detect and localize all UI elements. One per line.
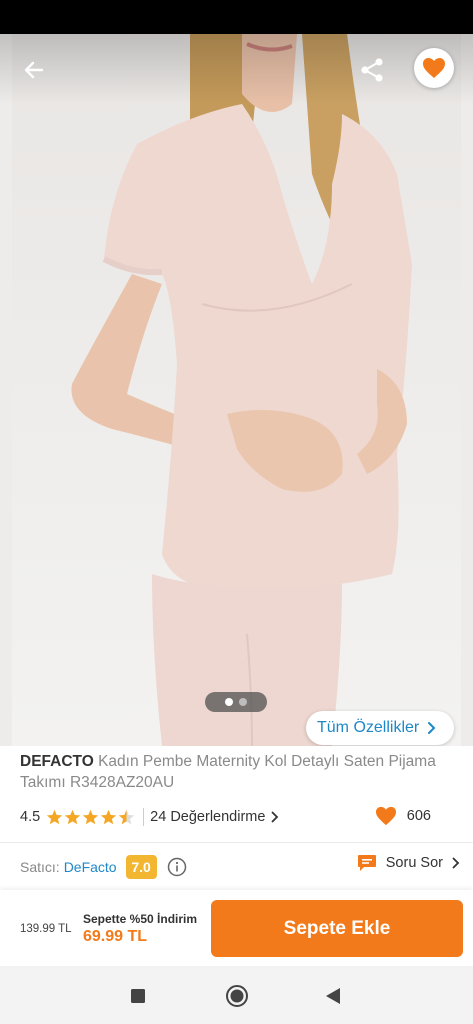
arrow-left-icon: [24, 61, 44, 79]
reviews-link[interactable]: 24 Değerlendirme: [150, 809, 279, 825]
product-image-carousel[interactable]: Tüm Özellikler: [0, 34, 473, 746]
purchase-bar: 139.99 TL Sepette %50 İndirim 69.99 TL S…: [0, 890, 473, 966]
star-half-icon: [119, 809, 135, 824]
info-icon[interactable]: [167, 857, 187, 877]
header-gradient: [0, 34, 473, 104]
back-button[interactable]: [14, 52, 54, 88]
share-button[interactable]: [352, 50, 392, 90]
product-photo-illustration: [71, 34, 412, 746]
carousel-dot-active[interactable]: [225, 698, 233, 706]
seller-name-link[interactable]: DeFacto: [64, 859, 117, 875]
favorite-count-value: 606: [406, 808, 431, 824]
chat-bubble-icon: [357, 855, 376, 871]
chevron-right-icon: [428, 722, 436, 734]
ask-question-label: Soru Sor: [385, 855, 443, 871]
star-full-icon: [83, 809, 99, 824]
separator: [143, 808, 145, 826]
star-full-icon: [47, 809, 63, 824]
carousel-indicator: [205, 692, 267, 712]
reviews-label: 24 Değerlendirme: [150, 809, 266, 825]
ask-question-button[interactable]: Soru Sor: [357, 854, 460, 872]
home-icon[interactable]: [225, 984, 249, 1008]
star-full-icon: [65, 809, 81, 824]
rating-row: 4.5 24 Değerlendirme 606: [20, 806, 455, 828]
star-full-icon: [101, 809, 117, 824]
all-features-label: Tüm Özellikler: [317, 719, 420, 736]
seller-row: Satıcı: DeFacto 7.0 Soru Sor: [20, 854, 460, 880]
favorite-count[interactable]: 606: [375, 806, 431, 826]
favorite-button[interactable]: [414, 48, 454, 88]
heart-icon: [423, 58, 445, 78]
back-nav-icon[interactable]: [324, 987, 342, 1005]
heart-icon: [375, 806, 396, 826]
all-features-button[interactable]: Tüm Özellikler: [306, 711, 454, 745]
carousel-dot[interactable]: [239, 698, 247, 706]
seller-score-badge: 7.0: [125, 855, 157, 879]
product-image: [12, 34, 461, 746]
share-icon: [361, 58, 383, 82]
recent-apps-icon[interactable]: [130, 988, 146, 1004]
rating-value: 4.5: [20, 809, 41, 825]
discounted-price: 69.99 TL: [83, 928, 148, 945]
rating-stars: [46, 809, 135, 826]
brand-name[interactable]: DEFACTO: [20, 753, 94, 770]
seller-label: Satıcı:: [20, 859, 60, 875]
system-nav-bar: [0, 966, 473, 1024]
promo-label: Sepette %50 İndirim: [83, 912, 198, 926]
status-bar: [0, 0, 473, 34]
product-title: DEFACTO Kadın Pembe Maternity Kol Detayl…: [20, 751, 440, 793]
chevron-right-icon: [272, 811, 279, 823]
original-price: 139.99 TL: [20, 923, 72, 935]
chevron-right-icon: [452, 857, 460, 869]
add-to-cart-button[interactable]: Sepete Ekle: [211, 900, 463, 957]
divider: [0, 842, 473, 843]
